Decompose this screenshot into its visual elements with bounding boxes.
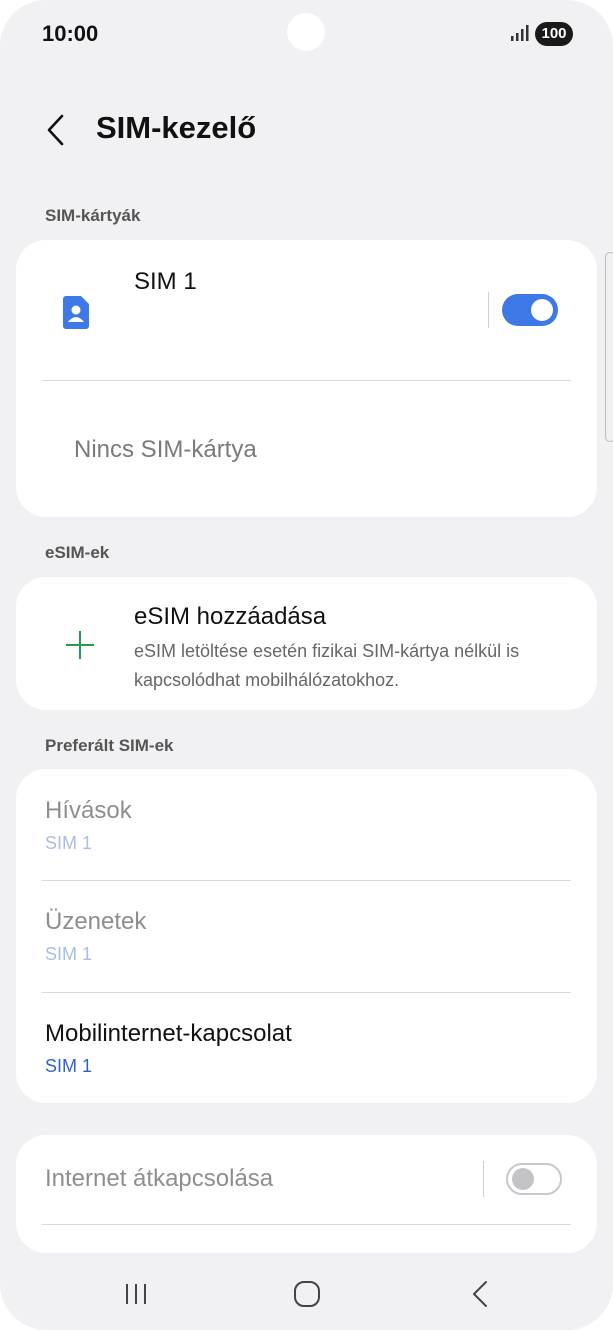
home-button[interactable] — [285, 1274, 329, 1314]
chevron-left-icon — [47, 114, 64, 146]
page-title: SIM-kezelő — [96, 110, 257, 145]
status-bar: 10:00 100 — [0, 0, 613, 70]
add-esim-description: eSIM letöltése esetén fizikai SIM-kártya… — [134, 641, 520, 690]
mobile-data-value: SIM 1 — [45, 1056, 93, 1076]
section-label-sim-cards: SIM-kártyák — [45, 206, 141, 225]
sim-cards-card: SIM 1 Nincs SIM-kártya — [16, 240, 597, 517]
app-header: SIM-kezelő — [0, 100, 613, 160]
sim-card-icon — [63, 296, 89, 329]
preferred-item-calls: Hívások SIM 1 — [16, 769, 597, 880]
messages-value: SIM 1 — [45, 944, 93, 964]
divider — [42, 380, 571, 381]
recent-apps-icon — [126, 1284, 146, 1304]
camera-cutout — [287, 13, 325, 51]
empty-sim-slot: Nincs SIM-kártya — [74, 436, 257, 463]
internet-switch-card: Internet átkapcsolása — [16, 1135, 597, 1253]
recent-apps-button[interactable] — [114, 1274, 158, 1314]
scrollbar[interactable] — [605, 252, 613, 442]
back-nav-button[interactable] — [458, 1274, 502, 1314]
section-label-esims: eSIM-ek — [45, 543, 110, 562]
sim-1-toggle[interactable] — [502, 294, 558, 326]
back-icon — [473, 1281, 487, 1307]
home-icon — [294, 1281, 320, 1307]
battery-icon: 100 — [535, 22, 573, 46]
signal-icon — [511, 25, 529, 41]
add-esim-title: eSIM hozzáadása — [134, 603, 327, 630]
toggle-separator — [488, 292, 489, 328]
navigation-bar — [0, 1262, 613, 1326]
plus-icon — [66, 631, 94, 659]
messages-title: Üzenetek — [45, 908, 147, 935]
sim-1-name: SIM 1 — [134, 268, 197, 295]
preferred-item-messages: Üzenetek SIM 1 — [16, 880, 597, 992]
sim-1-row[interactable]: SIM 1 — [16, 240, 597, 380]
internet-switch-toggle[interactable] — [506, 1163, 562, 1195]
add-esim-item[interactable]: eSIM hozzáadása eSIM letöltése esetén fi… — [16, 577, 597, 710]
phone-screen: 10:00 100 SIM-kezelő SIM-kártyák SIM 1 N… — [0, 0, 613, 1330]
section-label-preferred: Preferált SIM-ek — [45, 736, 174, 755]
toggle-knob — [512, 1168, 534, 1190]
calls-value: SIM 1 — [45, 833, 93, 853]
status-time: 10:00 — [42, 21, 99, 46]
calls-title: Hívások — [45, 797, 132, 824]
toggle-knob — [531, 299, 553, 321]
divider — [42, 1224, 571, 1225]
preferred-item-mobile-data[interactable]: Mobilinternet-kapcsolat SIM 1 — [16, 992, 597, 1103]
internet-switch-label: Internet átkapcsolása — [45, 1165, 274, 1192]
preferred-sims-card: Hívások SIM 1 Üzenetek SIM 1 Mobilintern… — [16, 769, 597, 1103]
back-button[interactable] — [36, 110, 76, 150]
mobile-data-title: Mobilinternet-kapcsolat — [45, 1020, 292, 1047]
toggle-separator — [483, 1161, 484, 1197]
